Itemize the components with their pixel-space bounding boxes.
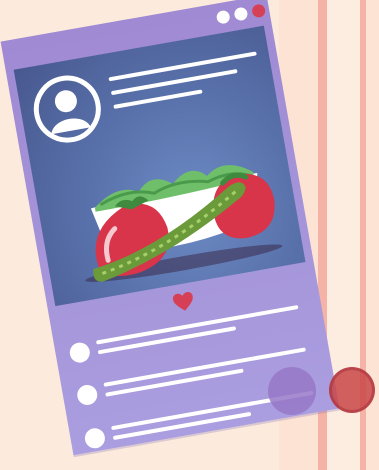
window-control-dot[interactable] <box>215 9 231 25</box>
comment-avatar[interactable] <box>75 383 99 407</box>
decorative-circle <box>268 367 316 415</box>
window-control-dot[interactable] <box>233 6 249 22</box>
decorative-circle <box>329 367 375 413</box>
comment-avatar[interactable] <box>68 341 92 365</box>
heart-icon[interactable] <box>171 290 196 314</box>
post-title-placeholder <box>108 51 257 82</box>
comment-avatar[interactable] <box>83 426 107 450</box>
post-image[interactable] <box>13 25 306 307</box>
comment-text-placeholder <box>95 305 299 345</box>
user-avatar-icon[interactable] <box>28 70 107 149</box>
salad-illustration <box>85 165 283 282</box>
window-close-dot[interactable] <box>251 3 267 19</box>
